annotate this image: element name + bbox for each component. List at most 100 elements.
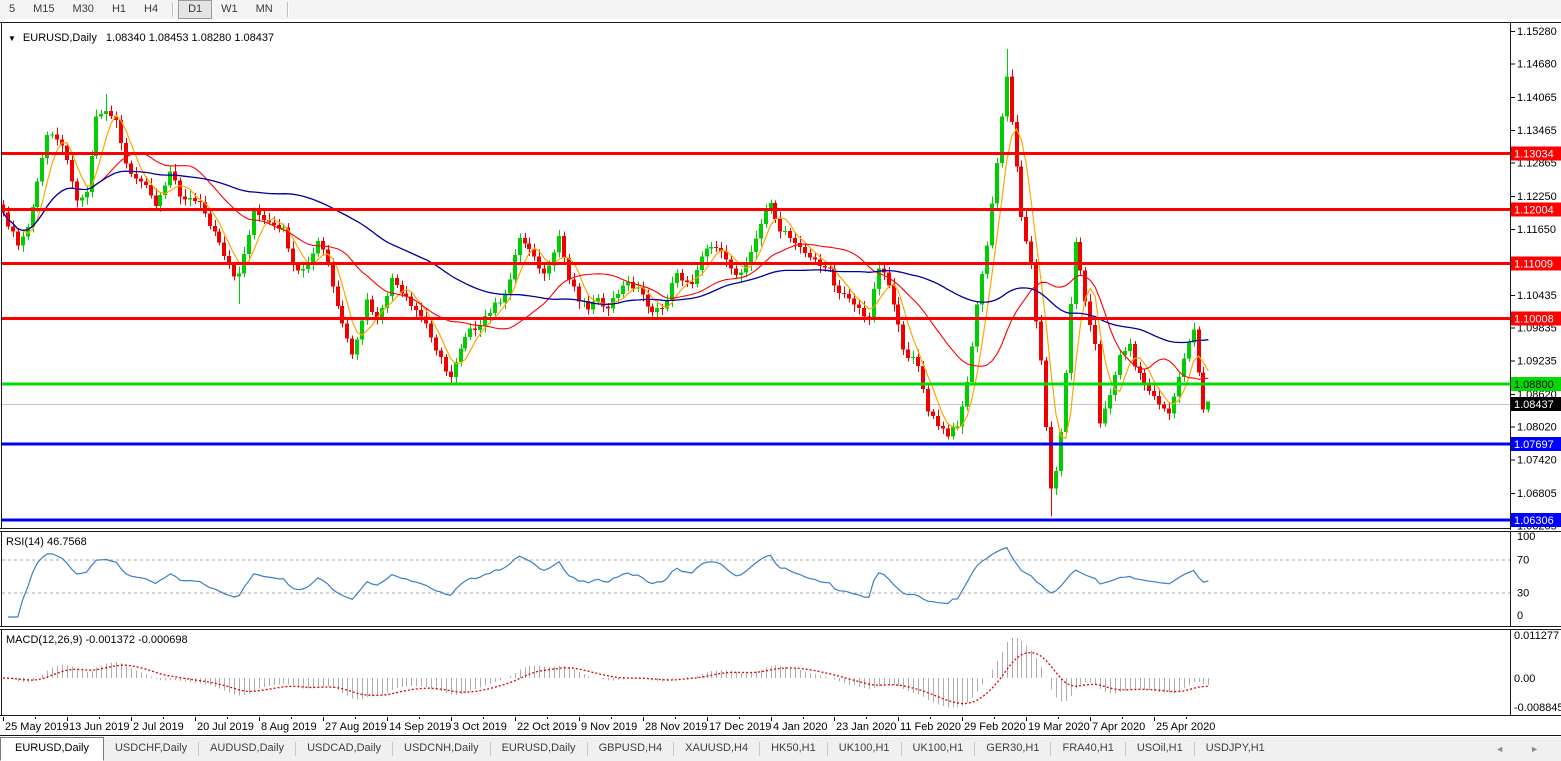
price-tick-label: 1.11650 — [1517, 224, 1556, 236]
price-tag-text: 1.13034 — [1514, 148, 1554, 160]
date-axis[interactable]: 25 May 2019 13 Jun 2019 2 Jul 2019 20 Jul 2… — [0, 717, 1561, 736]
chart-tab-gbpusd-h4[interactable]: GBPUSD,H4 — [588, 737, 674, 761]
rsi-axis[interactable]: 100 70 30 0 — [1517, 531, 1535, 622]
rsi-axis-label: 70 — [1517, 555, 1529, 567]
date-major-tick — [195, 717, 196, 721]
rsi-indicator-label: RSI(14) 46.7568 — [6, 536, 87, 548]
timeframe-button-d1[interactable]: D1 — [178, 0, 213, 19]
macd-indicator-label: MACD(12,26,9) -0.001372 -0.000698 — [6, 634, 188, 646]
chart-tab-uk100-h1[interactable]: UK100,H1 — [902, 737, 975, 761]
tab-scroll-right-icon[interactable]: ► — [1530, 744, 1539, 754]
date-label: 22 Oct 2019 — [517, 721, 577, 733]
chart-tab-uk100-h1[interactable]: UK100,H1 — [828, 737, 901, 761]
date-minor-tick — [227, 717, 228, 719]
date-major-tick — [131, 717, 132, 721]
candlestick-series — [1, 48, 1210, 517]
timeframe-button-w1[interactable]: W1 — [212, 0, 247, 19]
price-tick-label: 1.12250 — [1517, 191, 1557, 203]
chart-symbol-label: EURUSD,Daily — [22, 32, 97, 44]
date-label: 4 Jan 2020 — [773, 721, 828, 733]
chart-dropdown-icon[interactable]: ▼ — [8, 34, 16, 43]
date-major-tick — [451, 717, 452, 721]
level-line-1.11009 — [2, 262, 1510, 266]
date-major-tick — [1090, 717, 1091, 721]
date-label: 17 Dec 2019 — [709, 721, 772, 733]
macd-signal-line — [2, 651, 1209, 705]
date-major-tick — [259, 717, 260, 721]
price-tick-label: 1.10435 — [1517, 290, 1557, 302]
date-minor-tick — [611, 717, 612, 719]
macd-histogram — [8, 637, 1209, 708]
timeframe-button-h4[interactable]: H4 — [135, 0, 167, 19]
chart-tab-audusd-daily[interactable]: AUDUSD,Daily — [199, 737, 295, 761]
date-minor-tick — [675, 717, 676, 719]
date-minor-tick — [419, 717, 420, 719]
price-tick-label: 1.14065 — [1517, 92, 1557, 104]
price-axis[interactable]: 1.152801.146801.140651.134651.128651.122… — [1511, 26, 1561, 530]
date-minor-tick — [1122, 717, 1123, 719]
level-line-1.06306 — [2, 518, 1510, 522]
chart-tab-hk50-h1[interactable]: HK50,H1 — [760, 737, 827, 761]
date-minor-tick — [291, 717, 292, 719]
rsi-indicator-panel[interactable]: 100 70 30 0 — [0, 531, 1561, 628]
chart-tab-fra40-h1[interactable]: FRA40,H1 — [1051, 737, 1124, 761]
date-label: 27 Aug 2019 — [325, 721, 387, 733]
macd-axis[interactable]: 0.011277 0.00 -0.008845 — [1514, 630, 1561, 714]
macd-axis-label: 0.00 — [1514, 673, 1535, 685]
rsi-axis-label: 0 — [1517, 610, 1523, 622]
price-tick-label: 1.06805 — [1517, 488, 1557, 500]
date-minor-tick — [866, 717, 867, 719]
date-major-tick — [515, 717, 516, 721]
chart-tab-eurusd-daily[interactable]: EURUSD,Daily — [491, 737, 587, 761]
timeframe-toolbar: 5 M15 M30 H1 H4 D1 W1 MN — [0, 0, 1561, 19]
main-price-chart[interactable]: 1.152801.146801.140651.134651.128651.122… — [0, 19, 1561, 530]
toolbar-separator — [172, 2, 174, 17]
timeframe-button-m30[interactable]: M30 — [64, 0, 103, 19]
timeframe-button-mn[interactable]: MN — [247, 0, 282, 19]
price-tag-text: 1.10008 — [1514, 313, 1554, 325]
chart-tab-usdcnh-daily[interactable]: USDCNH,Daily — [393, 737, 490, 761]
date-major-tick — [3, 717, 4, 721]
chart-tab-bar: EURUSD,Daily USDCHF,Daily AUDUSD,Daily USDC… — [0, 737, 1561, 761]
chart-tab-eurusd-daily[interactable]: EURUSD,Daily — [0, 737, 104, 761]
tab-scroll-left-icon[interactable]: ◄ — [1495, 744, 1504, 754]
timeframe-button-5[interactable]: 5 — [0, 0, 24, 19]
price-tag-text: 1.06306 — [1514, 515, 1554, 527]
price-tick-label: 1.09235 — [1517, 355, 1557, 367]
date-minor-tick — [163, 717, 164, 719]
level-line-1.08800 — [2, 382, 1510, 386]
chart-tab-ger30-h1[interactable]: GER30,H1 — [975, 737, 1050, 761]
timeframe-button-h1[interactable]: H1 — [103, 0, 135, 19]
date-major-tick — [771, 717, 772, 721]
date-label: 23 Jan 2020 — [836, 721, 897, 733]
date-minor-tick — [994, 717, 995, 719]
date-minor-tick — [547, 717, 548, 719]
chart-tab-usdjpy-h1[interactable]: USDJPY,H1 — [1195, 737, 1276, 761]
date-minor-tick — [1186, 717, 1187, 719]
rsi-axis-label: 100 — [1517, 531, 1535, 543]
chart-tab-usdchf-daily[interactable]: USDCHF,Daily — [104, 737, 198, 761]
tab-scroll-nav: ◄ ► — [1495, 737, 1561, 761]
date-label: 11 Feb 2020 — [900, 721, 961, 733]
chart-tab-xauusd-h4[interactable]: XAUUSD,H4 — [674, 737, 759, 761]
chart-title: ▼ EURUSD,Daily 1.08340 1.08453 1.08280 1… — [8, 32, 274, 44]
macd-axis-label: -0.008845 — [1514, 702, 1561, 714]
price-tag-text: 1.08437 — [1514, 399, 1554, 411]
date-label: 13 Jun 2019 — [69, 721, 130, 733]
timeframe-button-m15[interactable]: M15 — [24, 0, 63, 19]
date-minor-tick — [355, 717, 356, 719]
date-label: 25 Apr 2020 — [1156, 721, 1216, 733]
date-major-tick — [962, 717, 963, 721]
price-tag-text: 1.08800 — [1514, 379, 1554, 391]
price-tick-label: 1.14680 — [1517, 59, 1557, 71]
chart-tab-usoil-h1[interactable]: USOil,H1 — [1126, 737, 1194, 761]
chart-tab-usdcad-daily[interactable]: USDCAD,Daily — [296, 737, 392, 761]
level-line-1.12004 — [2, 208, 1510, 212]
macd-indicator-panel[interactable]: 0.011277 0.00 -0.008845 — [0, 629, 1561, 717]
price-tag-text: 1.07697 — [1514, 439, 1554, 451]
date-minor-tick — [803, 717, 804, 719]
price-tag-text: 1.11009 — [1514, 259, 1553, 271]
date-label: 7 Apr 2020 — [1092, 721, 1146, 733]
macd-axis-label: 0.011277 — [1514, 630, 1559, 642]
moving-average-5 — [2, 114, 1209, 440]
